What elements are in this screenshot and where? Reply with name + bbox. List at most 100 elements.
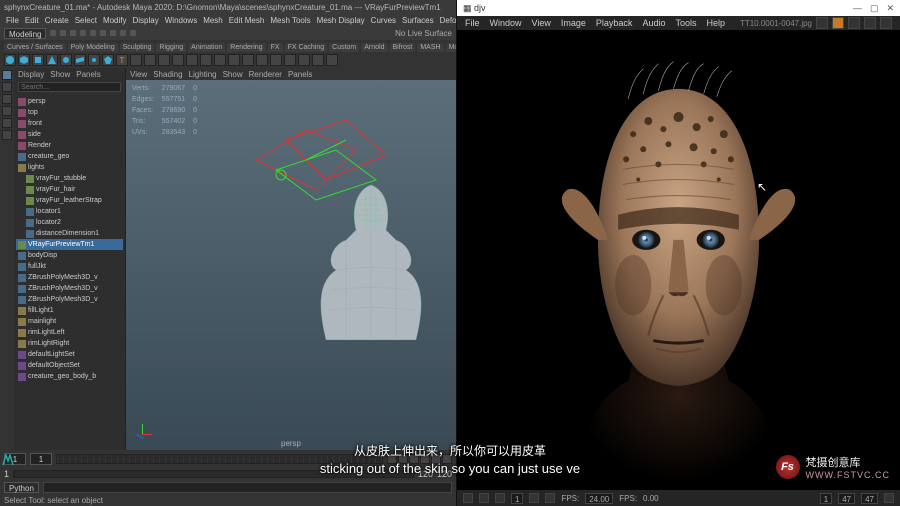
menu-create[interactable]: Create — [43, 16, 71, 25]
djv-out-frame[interactable]: 47 — [838, 493, 855, 504]
outliner-item[interactable]: rimLightRight — [16, 338, 123, 349]
outliner-search-input[interactable] — [18, 82, 121, 92]
shelf-button-icon[interactable] — [270, 54, 282, 66]
djv-channel-icon[interactable] — [816, 17, 828, 29]
outliner-item[interactable]: VRayFurPreviewTm1 — [16, 239, 123, 250]
shelf-tab[interactable]: FX Caching — [285, 43, 328, 52]
vp-menu-show[interactable]: Show — [223, 70, 243, 79]
menu-display[interactable]: Display — [131, 16, 161, 25]
outliner-item[interactable]: defaultObjectSet — [16, 360, 123, 371]
command-input[interactable] — [43, 482, 452, 493]
outliner-item[interactable]: top — [16, 107, 123, 118]
shelf-button-icon[interactable] — [186, 54, 198, 66]
statusline-icon[interactable] — [100, 30, 106, 36]
djv-menu-help[interactable]: Help — [706, 18, 725, 28]
shelf-tab[interactable]: Animation — [188, 43, 225, 52]
outliner-item[interactable]: front — [16, 118, 123, 129]
timeline-track[interactable] — [56, 454, 383, 464]
vp-menu-renderer[interactable]: Renderer — [249, 70, 282, 79]
outliner-tree[interactable]: persptopfrontsideRendercreature_geolight… — [14, 94, 125, 450]
outliner-item[interactable]: ZBrushPolyMesh3D_v — [16, 272, 123, 283]
statusline-icon[interactable] — [130, 30, 136, 36]
time-slider[interactable]: 1 1 — [0, 450, 456, 468]
range-slider[interactable]: 1 120 120 — [0, 468, 456, 480]
menu-modify[interactable]: Modify — [101, 16, 129, 25]
shelf-button-icon[interactable] — [284, 54, 296, 66]
vp-menu-shading[interactable]: Shading — [153, 70, 182, 79]
shelf-tab[interactable]: Custom — [329, 43, 359, 52]
outliner-item[interactable]: ZBrushPolyMesh3D_v — [16, 294, 123, 305]
djv-loop-icon[interactable] — [884, 493, 894, 503]
djv-menu-tools[interactable]: Tools — [675, 18, 696, 28]
djv-menu-image[interactable]: Image — [561, 18, 586, 28]
menu-file[interactable]: File — [4, 16, 21, 25]
outliner-item[interactable]: rimLightLeft — [16, 327, 123, 338]
djv-in-frame[interactable]: 1 — [820, 493, 832, 504]
outliner-item[interactable]: bodyDisp — [16, 250, 123, 261]
menu-edit[interactable]: Edit — [23, 16, 41, 25]
statusline-icon[interactable] — [90, 30, 96, 36]
shelf-button-torus-icon[interactable] — [60, 54, 72, 66]
shelf-button-icon[interactable] — [242, 54, 254, 66]
djv-next-frame-icon[interactable] — [545, 493, 555, 503]
menu-edit-mesh[interactable]: Edit Mesh — [227, 16, 267, 25]
shelf-button-icon[interactable] — [228, 54, 240, 66]
shelf-tab[interactable]: Poly Modeling — [68, 43, 118, 52]
viewport[interactable]: Verts:2790670Edges:5577510Faces:2786900T… — [126, 80, 456, 450]
lasso-tool-icon[interactable] — [2, 82, 12, 92]
workspace-selector[interactable]: Modeling — [4, 28, 46, 39]
shelf-tab[interactable]: Bifrost — [390, 43, 416, 52]
shelf-button-icon[interactable] — [312, 54, 324, 66]
range-start-field[interactable]: 1 — [4, 469, 9, 479]
outliner-menu-panels[interactable]: Panels — [76, 70, 100, 79]
paint-select-tool-icon[interactable] — [2, 94, 12, 104]
djv-play-forward-icon[interactable] — [495, 493, 505, 503]
shelf-button-platonic-icon[interactable] — [102, 54, 114, 66]
djv-menu-window[interactable]: Window — [490, 18, 522, 28]
outliner-item[interactable]: Render — [16, 140, 123, 151]
step-back-icon[interactable] — [398, 454, 408, 464]
statusline-icon[interactable] — [80, 30, 86, 36]
shelf-tab[interactable]: MASH — [417, 43, 443, 52]
statusline-icon[interactable] — [110, 30, 116, 36]
shelf-button-disc-icon[interactable] — [88, 54, 100, 66]
menu-mesh[interactable]: Mesh — [201, 16, 225, 25]
shelf-tab[interactable]: Rigging — [156, 43, 186, 52]
outliner-menu-show[interactable]: Show — [50, 70, 70, 79]
djv-grid-icon[interactable] — [848, 17, 860, 29]
menu-curves[interactable]: Curves — [369, 16, 398, 25]
djv-color-icon[interactable] — [832, 17, 844, 29]
outliner-item[interactable]: vrayFur_leatherStrap — [16, 195, 123, 206]
vp-menu-lighting[interactable]: Lighting — [189, 70, 217, 79]
djv-menu-audio[interactable]: Audio — [642, 18, 665, 28]
djv-menu-view[interactable]: View — [532, 18, 551, 28]
shelf-button-icon[interactable] — [144, 54, 156, 66]
shelf-tab[interactable]: Arnold — [361, 43, 387, 52]
djv-settings-icon[interactable] — [880, 17, 892, 29]
move-tool-icon[interactable] — [2, 106, 12, 116]
statusline-icon[interactable] — [60, 30, 66, 36]
range-track[interactable] — [13, 470, 414, 478]
menu-select[interactable]: Select — [73, 16, 99, 25]
outliner-item[interactable]: distanceDimension1 — [16, 228, 123, 239]
script-language-selector[interactable]: Python — [4, 482, 39, 493]
shelf-button-sphere-icon[interactable] — [4, 54, 16, 66]
outliner-item[interactable]: persp — [16, 96, 123, 107]
range-end-field[interactable]: 120 — [418, 469, 433, 479]
outliner-item[interactable]: locator1 — [16, 206, 123, 217]
djv-duration[interactable]: 47 — [861, 493, 878, 504]
menu-windows[interactable]: Windows — [163, 16, 199, 25]
scale-tool-icon[interactable] — [2, 130, 12, 140]
shelf-button-icon[interactable] — [214, 54, 226, 66]
djv-fullscreen-icon[interactable] — [864, 17, 876, 29]
shelf-button-icon[interactable] — [256, 54, 268, 66]
shelf-button-icon[interactable] — [298, 54, 310, 66]
outliner-item[interactable]: mainlight — [16, 316, 123, 327]
outliner-item[interactable]: locator2 — [16, 217, 123, 228]
shelf-tab[interactable]: Rendering — [227, 43, 265, 52]
djv-prev-frame-icon[interactable] — [529, 493, 539, 503]
outliner-item[interactable]: fillLight1 — [16, 305, 123, 316]
play-forward-icon[interactable] — [420, 454, 430, 464]
shelf-tab[interactable]: Curves / Surfaces — [4, 43, 66, 52]
go-end-icon[interactable] — [442, 454, 452, 464]
